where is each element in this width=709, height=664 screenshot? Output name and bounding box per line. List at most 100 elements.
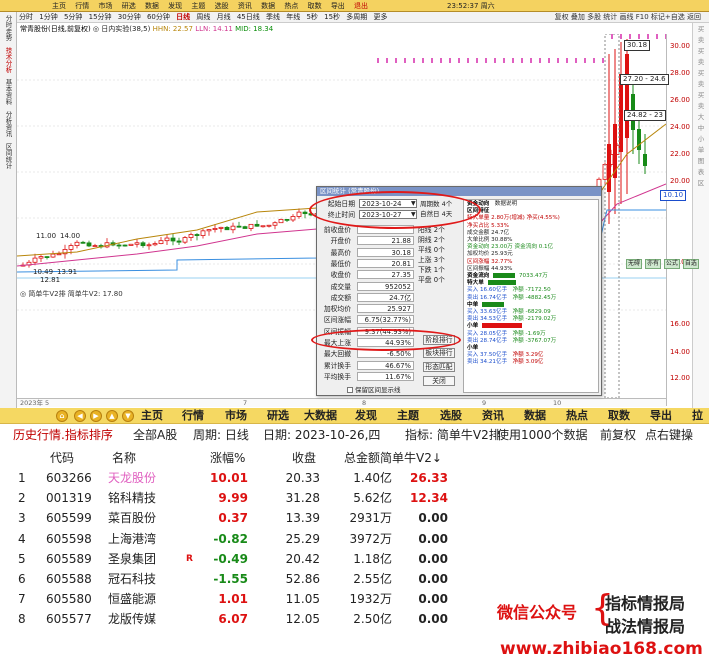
menu-item[interactable]: 主题 (397, 408, 419, 424)
up-icon[interactable]: ▲ (106, 410, 118, 422)
menu-item[interactable]: 取数 (608, 408, 630, 424)
market-selector[interactable]: 全部A股 (133, 426, 177, 444)
date-selector[interactable]: 日期: 2023-10-26,四 (263, 426, 380, 444)
table-row[interactable]: 6 605588 冠石科技 -1.55 52.86 2.55亿 0.00 (0, 569, 480, 589)
menu-item[interactable]: 大数据 (304, 408, 337, 424)
menu-item[interactable]: 发现 (168, 0, 182, 12)
col-close[interactable]: 收盘 (292, 449, 316, 467)
signal-marker (395, 58, 397, 63)
sector-rank-button[interactable]: 板块排行 (423, 348, 455, 358)
period-item[interactable]: 季线 (266, 12, 280, 23)
down-icon[interactable]: ▼ (122, 410, 134, 422)
float-button[interactable]: 自选 (682, 259, 699, 269)
menu-item[interactable]: 主页 (52, 0, 66, 12)
menu-item[interactable]: 主题 (191, 0, 205, 12)
menu-item[interactable]: 热点 (566, 408, 588, 424)
period-selector[interactable]: 周期: 日线 (193, 426, 249, 444)
v2-value: 12.34 (410, 491, 448, 506)
menu-item[interactable]: 市场 (98, 0, 112, 12)
menu-item[interactable]: 行情 (75, 0, 89, 12)
interval-stats-dialog[interactable]: 区间统计 (常青股份) 起始日期 2023-10-24 ▼ 终止时间 2023-… (309, 186, 602, 396)
candle-body (68, 245, 74, 250)
checkbox[interactable] (347, 387, 353, 393)
col-change[interactable]: 涨幅% (210, 449, 245, 467)
close-button[interactable]: 关闭 (423, 376, 455, 386)
side-tab[interactable]: 分时走势 (4, 12, 12, 44)
col-v2[interactable]: 简单牛V2↓ (380, 449, 442, 467)
period-item[interactable]: 周线 (196, 12, 210, 23)
table-row[interactable]: 4 605598 上海港湾 -0.82 25.29 3972万 0.00 (0, 529, 480, 549)
menu-item[interactable]: 拉 (692, 408, 703, 424)
menu-item[interactable]: 资讯 (238, 0, 252, 12)
period-item[interactable]: 1分钟 (39, 12, 57, 23)
col-name[interactable]: 名称 (112, 449, 136, 467)
candle-body (637, 129, 641, 150)
menu-item[interactable]: 退出 (354, 0, 368, 12)
menu-item[interactable]: 数据 (261, 0, 275, 12)
col-amount[interactable]: 总金额 (344, 449, 380, 467)
menu-item[interactable]: 取数 (308, 0, 322, 12)
keep-line-option[interactable]: 保留区间显示线 (347, 384, 401, 394)
signal-marker (584, 58, 586, 63)
period-item[interactable]: 年线 (286, 12, 300, 23)
period-item-active[interactable]: 日线 (176, 12, 190, 23)
period-item[interactable]: 30分钟 (118, 12, 141, 23)
col-code[interactable]: 代码 (50, 449, 74, 467)
menu-item[interactable]: 选股 (215, 0, 229, 12)
close-price: 31.28 (285, 491, 320, 506)
menu-item[interactable]: 主页 (141, 408, 163, 424)
flat-count: 平线 0个 (418, 246, 445, 254)
menu-item[interactable]: 数据 (145, 0, 159, 12)
menu-item[interactable]: 选股 (440, 408, 462, 424)
menu-item[interactable]: 发现 (355, 408, 377, 424)
side-char: 卖 (697, 80, 705, 88)
period-item[interactable]: 5分钟 (64, 12, 82, 23)
period-item[interactable]: 月线 (217, 12, 231, 23)
pattern-match-button[interactable]: 形态匹配 (423, 362, 455, 372)
period-item[interactable]: 45日线 (237, 12, 260, 23)
indicator-selector[interactable]: 指标: 简单牛V2排 (405, 426, 501, 444)
menu-item[interactable]: 数据 (524, 408, 546, 424)
adjust-mode[interactable]: 前复权 (600, 426, 636, 444)
toolbar-right-group[interactable]: 复权 叠加 多股 统计 画线 F10 标记+自选 返回 (555, 12, 701, 23)
menu-item[interactable]: 导出 (331, 0, 345, 12)
forward-icon[interactable]: ▶ (90, 410, 102, 422)
menu-item[interactable]: 研选 (122, 0, 136, 12)
selected-range (604, 34, 620, 398)
side-tab[interactable]: 技术分析 (4, 44, 12, 76)
side-tab[interactable]: 区间统计 (4, 140, 12, 172)
side-tab[interactable]: 基本资料 (4, 76, 12, 108)
stat-value: 27.35 (357, 270, 414, 280)
side-tab[interactable]: 分析资讯 (4, 108, 12, 140)
menu-item[interactable]: 资讯 (482, 408, 504, 424)
table-row[interactable]: 5 605589 圣泉集团 -0.49 20.42 1.18亿 0.00 R (0, 549, 480, 569)
menu-item[interactable]: 导出 (650, 408, 672, 424)
menu-item[interactable]: 行情 (182, 408, 204, 424)
menu-item[interactable]: 研选 (267, 408, 289, 424)
table-row[interactable]: 2 001319 铭科精技 9.99 31.28 5.62亿 12.34 (0, 488, 480, 508)
period-item[interactable]: 多周期 (346, 12, 367, 23)
axis-tick: 24.00 (669, 123, 690, 131)
menu-item[interactable]: 市场 (225, 408, 247, 424)
price-callout: 27.20 - 24.6 (620, 74, 669, 85)
table-row[interactable]: 3 605599 菜百股份 0.37 13.39 2931万 0.00 (0, 508, 480, 528)
float-button[interactable]: 公式 (663, 259, 680, 269)
period-item[interactable]: 5秒 (306, 12, 317, 23)
stat-line: 特大单量 2.80万(增减) 净买(4.55%) (467, 215, 560, 222)
period-item[interactable]: 分时 (19, 12, 33, 23)
float-button[interactable]: 亦有 (644, 259, 661, 269)
candle-body (218, 226, 224, 229)
table-row[interactable]: 1 603266 天龙股份 10.01 20.33 1.40亿 26.33 (0, 468, 480, 488)
back-icon[interactable]: ◀ (74, 410, 86, 422)
table-row[interactable]: 7 605580 恒盛能源 1.01 11.05 1932万 0.00 (0, 589, 480, 609)
menu-item[interactable]: 热点 (284, 0, 298, 12)
home-icon[interactable]: ⌂ (56, 410, 68, 422)
float-button[interactable]: 无碍 (626, 259, 643, 269)
period-item[interactable]: 15秒 (324, 12, 340, 23)
period-item[interactable]: 更多 (374, 12, 388, 23)
period-item[interactable]: 15分钟 (89, 12, 112, 23)
stock-code: 605577 (46, 612, 92, 627)
period-item[interactable]: 60分钟 (147, 12, 170, 23)
table-row[interactable]: 8 605577 龙版传媒 6.07 12.05 2.50亿 0.00 (0, 609, 480, 629)
change-pct: 1.01 (218, 592, 248, 607)
